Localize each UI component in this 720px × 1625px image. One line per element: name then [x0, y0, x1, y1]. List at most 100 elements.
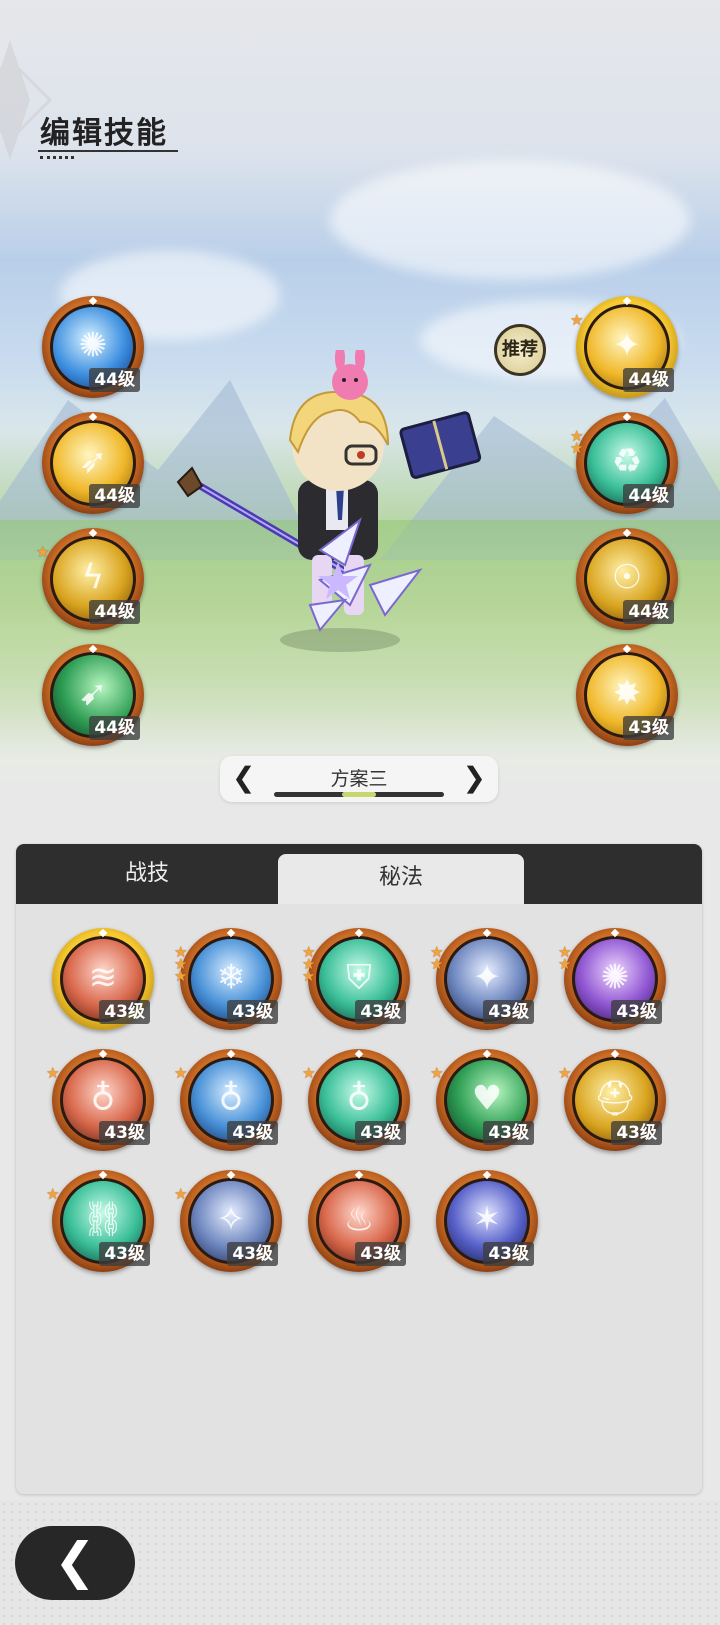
skill-glyph: ≋ — [88, 957, 118, 998]
star-rank: ★ — [174, 1187, 190, 1202]
scheme-selector: ❮ 方案三 ❯ — [220, 756, 498, 802]
skill-level-badge: 44级 — [623, 484, 674, 508]
skill-slot[interactable]: ➶ 44级 — [42, 412, 144, 514]
star-icon: ★ — [302, 1064, 316, 1082]
scheme-page-indicator — [274, 792, 444, 797]
skill-slot[interactable]: ✧ ★ 43级 — [174, 1170, 282, 1272]
skill-level-badge: 43级 — [227, 1121, 278, 1145]
skill-level-badge: 43级 — [227, 1000, 278, 1024]
skill-slot[interactable]: ♻ ★ ★ 44级 — [570, 412, 678, 514]
skill-level-badge: 43级 — [483, 1121, 534, 1145]
skill-slot[interactable]: ✸ 43级 — [576, 644, 678, 746]
skill-glyph: ✦ — [472, 957, 502, 998]
skill-slot[interactable]: ♨ 43级 — [308, 1170, 410, 1272]
next-scheme-chevron-icon[interactable]: ❯ — [463, 762, 486, 794]
arcana-grid: ≋ 43级 ❄ ★ ★ ★ 43级 ⛨ ★ ★ ★ 43级 ✦ ★ ★ 43级 ✺ ★ ★ 43级 ♁ ★ 43级 ♁ ★ 43级… — [16, 904, 702, 1494]
star-icon: ★ — [570, 439, 584, 457]
skill-library-panel: 战技 秘法 ≋ 43级 ❄ ★ ★ ★ 43级 ⛨ ★ ★ ★ 43级 ✦ ★ ★ 43级 ✺ ★ ★ 43级 ♁ ★ 43… — [16, 844, 702, 1494]
skill-glyph: ✺ — [600, 957, 630, 998]
skill-level-badge: 43级 — [483, 1000, 534, 1024]
skill-level-badge: 43级 — [99, 1000, 150, 1024]
skill-level-badge: 43级 — [227, 1242, 278, 1266]
skill-glyph: ☉ — [611, 557, 643, 598]
skill-glyph: ✶ — [472, 1199, 502, 1240]
star-icon: ★ — [174, 1064, 188, 1082]
star-icon: ★ — [558, 955, 572, 973]
skill-level-badge: 44级 — [89, 484, 140, 508]
star-rank: ★ ★ ★ — [302, 945, 318, 985]
tab-combat-skills[interactable]: 战技 — [16, 844, 278, 904]
skill-slot[interactable]: ❄ ★ ★ ★ 43级 — [174, 928, 282, 1030]
skill-slot[interactable]: ≋ 43级 — [52, 928, 154, 1030]
star-rank: ★ ★ ★ — [174, 945, 190, 985]
skill-level-badge: 43级 — [611, 1000, 662, 1024]
star-rank: ★ — [36, 543, 52, 561]
title-underline — [38, 150, 178, 152]
star-rank: ★ — [46, 1185, 62, 1203]
star-icon: ★ — [46, 1185, 60, 1203]
skill-level-badge: 43级 — [355, 1121, 406, 1145]
skill-glyph: ➹ — [78, 673, 108, 714]
skill-slot[interactable]: ♁ ★ 43级 — [46, 1049, 154, 1151]
back-button[interactable]: ❮ — [15, 1526, 135, 1600]
skill-level-badge: 43级 — [483, 1242, 534, 1266]
skill-level-badge: 43级 — [355, 1242, 406, 1266]
skill-slot[interactable]: ⛑ ★ 43级 — [558, 1049, 666, 1151]
skill-glyph: ϟ — [81, 557, 105, 598]
skill-level-badge: 44级 — [623, 600, 674, 624]
skill-glyph: ❄ — [216, 957, 246, 998]
skill-slot[interactable]: ✶ 43级 — [436, 1170, 538, 1272]
star-rank: ★ — [430, 1064, 446, 1082]
skill-level-badge: 43级 — [99, 1242, 150, 1266]
scheme-label: 方案三 — [330, 768, 388, 790]
star-rank: ★ ★ — [558, 945, 574, 973]
skill-slot[interactable]: ✦ ★ ★ 43级 — [430, 928, 538, 1030]
skill-level-badge: 43级 — [611, 1121, 662, 1145]
skill-slot[interactable]: ✦ ★ 44级 — [570, 296, 678, 398]
skill-glyph: ➶ — [78, 441, 108, 482]
skill-glyph: ✧ — [216, 1199, 246, 1240]
skill-level-badge: 43级 — [355, 1000, 406, 1024]
star-rank: ★ — [174, 1064, 190, 1082]
skill-glyph: ⛓ — [81, 1199, 125, 1240]
star-icon: ★ — [430, 1064, 444, 1082]
skill-slot[interactable]: ♁ ★ 43级 — [302, 1049, 410, 1151]
star-icon: ★ — [36, 543, 50, 561]
skill-slot[interactable]: ♥ ★ 43级 — [430, 1049, 538, 1151]
skill-glyph: ⛑ — [593, 1078, 637, 1119]
star-rank: ★ — [302, 1064, 318, 1082]
skill-slot[interactable]: ✺ 44级 — [42, 296, 144, 398]
skill-slot[interactable]: ☉ 44级 — [576, 528, 678, 630]
star-rank: ★ ★ — [570, 429, 586, 457]
character-sprite — [176, 350, 482, 652]
skill-slot[interactable]: ✺ ★ ★ 43级 — [558, 928, 666, 1030]
tab-arcana[interactable]: 秘法 — [278, 854, 524, 906]
skill-slot[interactable]: ϟ ★ 44级 — [36, 528, 144, 630]
star-icon: ★ — [558, 1064, 572, 1082]
skill-glyph: ♁ — [90, 1078, 116, 1119]
skill-glyph: ✺ — [78, 325, 108, 366]
skill-glyph: ♥ — [471, 1078, 503, 1119]
skill-level-badge: 44级 — [89, 716, 140, 740]
skill-slot[interactable]: ⛓ ★ 43级 — [46, 1170, 154, 1272]
star-icon: ★ — [174, 967, 188, 985]
title-dots — [40, 156, 74, 159]
skill-glyph: ♁ — [346, 1078, 372, 1119]
skill-level-badge: 43级 — [623, 716, 674, 740]
skill-slot[interactable]: ⛨ ★ ★ ★ 43级 — [302, 928, 410, 1030]
skill-level-badge: 44级 — [89, 600, 140, 624]
star-rank: ★ — [46, 1064, 62, 1082]
skill-slot[interactable]: ➹ 44级 — [42, 644, 144, 746]
star-icon: ★ — [46, 1064, 60, 1082]
skill-glyph: ♻ — [611, 441, 643, 482]
tab-bar: 战技 秘法 — [16, 844, 702, 906]
star-rank: ★ ★ — [430, 945, 446, 972]
skill-level-badge: 44级 — [623, 368, 674, 392]
recommend-badge[interactable]: 推荐 — [494, 324, 546, 376]
skill-glyph: ♁ — [218, 1078, 244, 1119]
star-rank: ★ — [558, 1064, 574, 1082]
skill-glyph: ♨ — [343, 1199, 375, 1240]
star-icon: ★ — [302, 967, 316, 985]
page-title: 编辑技能 — [40, 116, 168, 151]
skill-slot[interactable]: ♁ ★ 43级 — [174, 1049, 282, 1151]
